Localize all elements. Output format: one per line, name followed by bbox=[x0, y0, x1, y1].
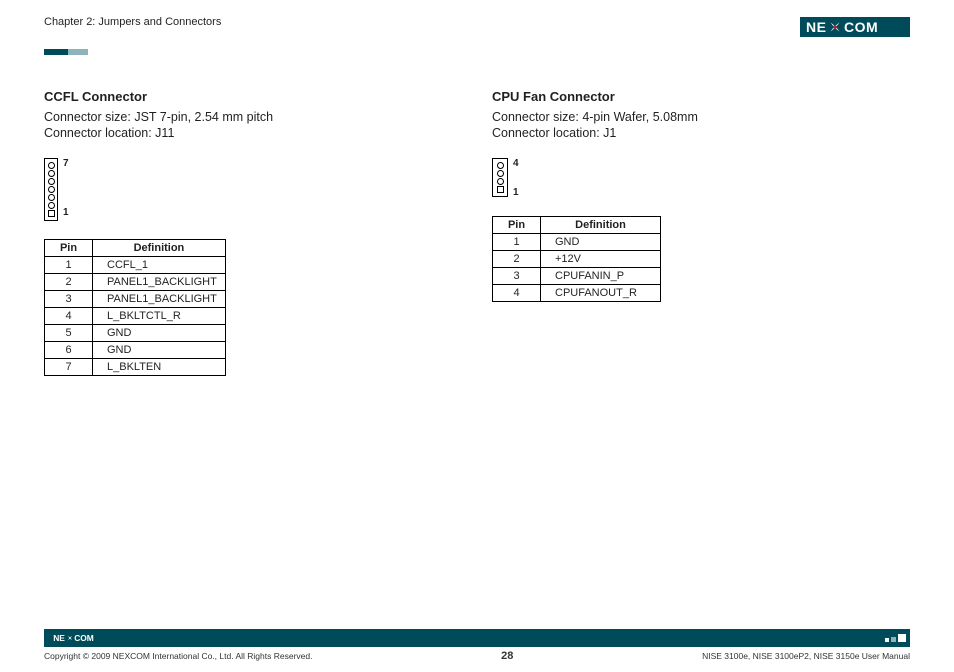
brand-logo: NE COM bbox=[800, 16, 910, 43]
table-row: 6GND bbox=[45, 342, 226, 359]
manual-title: NISE 3100e, NISE 3100eP2, NISE 3150e Use… bbox=[702, 651, 910, 661]
table-row: 3PANEL1_BACKLIGHT bbox=[45, 291, 226, 308]
svg-text:COM: COM bbox=[844, 19, 878, 35]
svg-text:COM: COM bbox=[74, 633, 94, 643]
cpufan-pin-diagram: 4 1 bbox=[492, 158, 910, 198]
cpufan-size: Connector size: 4-pin Wafer, 5.08mm bbox=[492, 110, 910, 124]
svg-text:NE: NE bbox=[53, 633, 65, 643]
chapter-title: Chapter 2: Jumpers and Connectors bbox=[44, 16, 221, 28]
table-row: 2+12V bbox=[493, 251, 661, 268]
ccfl-location: Connector location: J11 bbox=[44, 126, 462, 140]
ccfl-size: Connector size: JST 7-pin, 2.54 mm pitch bbox=[44, 110, 462, 124]
pin-label-top: 4 bbox=[513, 158, 519, 169]
table-row: 5GND bbox=[45, 325, 226, 342]
table-row: 1CCFL_1 bbox=[45, 257, 226, 274]
pin-label-bottom: 1 bbox=[513, 187, 519, 198]
page-number: 28 bbox=[501, 650, 513, 662]
table-row: 2PANEL1_BACKLIGHT bbox=[45, 274, 226, 291]
ccfl-pin-diagram: 7 1 bbox=[44, 158, 462, 221]
cpufan-pin-table: Pin Definition 1GND 2+12V 3CPUFANIN_P 4C… bbox=[492, 216, 661, 302]
table-row: 3CPUFANIN_P bbox=[493, 268, 661, 285]
table-header-def: Definition bbox=[541, 217, 661, 234]
cpufan-location: Connector location: J1 bbox=[492, 126, 910, 140]
ccfl-title: CCFL Connector bbox=[44, 89, 462, 104]
table-header-def: Definition bbox=[93, 240, 226, 257]
table-row: 4CPUFANOUT_R bbox=[493, 285, 661, 302]
table-row: 1GND bbox=[493, 234, 661, 251]
table-row: 4L_BKLTCTL_R bbox=[45, 308, 226, 325]
table-header-pin: Pin bbox=[45, 240, 93, 257]
copyright-text: Copyright © 2009 NEXCOM International Co… bbox=[44, 651, 312, 661]
cpufan-title: CPU Fan Connector bbox=[492, 89, 910, 104]
footer-decoration-icon bbox=[885, 634, 906, 642]
ccfl-pin-table: Pin Definition 1CCFL_1 2PANEL1_BACKLIGHT… bbox=[44, 239, 226, 376]
table-header-pin: Pin bbox=[493, 217, 541, 234]
pin-label-top: 7 bbox=[63, 158, 69, 169]
footer-logo: NE COM bbox=[50, 632, 120, 644]
table-row: 7L_BKLTEN bbox=[45, 359, 226, 376]
pin-label-bottom: 1 bbox=[63, 207, 69, 218]
svg-text:NE: NE bbox=[806, 19, 826, 35]
page-footer: NE COM Copyright © 2009 NEXCOM Internati… bbox=[44, 629, 910, 662]
accent-bar bbox=[44, 49, 910, 55]
